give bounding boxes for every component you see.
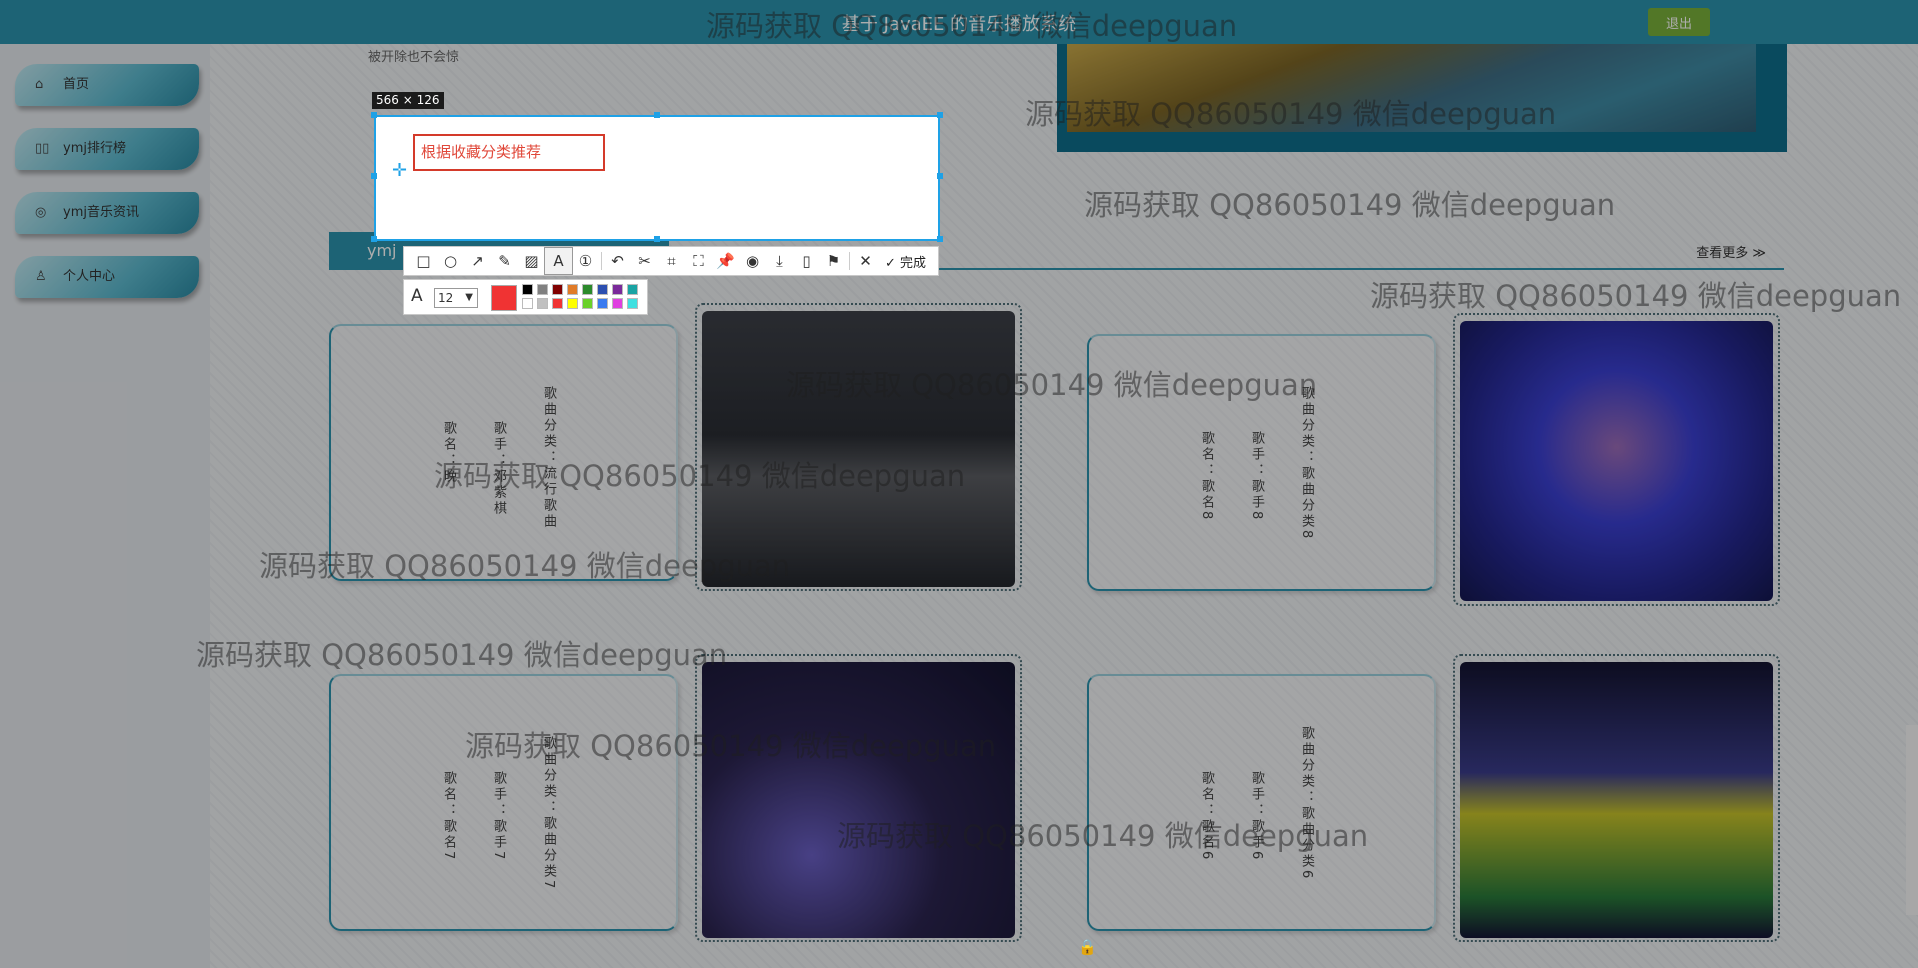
color-swatch[interactable] (627, 298, 638, 309)
resize-handle[interactable] (937, 173, 943, 179)
pin-icon[interactable]: 📌 (712, 248, 739, 274)
mosaic-tool-icon[interactable]: ▨ (518, 248, 545, 274)
download-icon[interactable]: ⤓ (766, 248, 793, 274)
font-icon: A (411, 286, 423, 306)
watermark: 源码获取 QQ86050149 微信deepguan (786, 368, 1318, 402)
color-swatch[interactable] (597, 284, 608, 295)
watermark: 源码获取 QQ86050149 微信deepguan (434, 459, 966, 493)
color-swatch[interactable] (612, 284, 623, 295)
long-screenshot-icon[interactable]: ▯ (793, 248, 820, 274)
capture-size-label: 566 × 126 (372, 92, 444, 109)
resize-handle[interactable] (654, 236, 660, 242)
watermark: 源码获取 QQ86050149 微信deepguan (196, 638, 728, 672)
color-swatch[interactable] (582, 298, 593, 309)
toolbar-divider (601, 252, 602, 270)
watermark: 源码获取 QQ86050149 微信deepguan (706, 9, 1238, 43)
scan-icon[interactable]: ⛶ (685, 248, 712, 274)
number-tool-icon[interactable]: ① (572, 248, 599, 274)
done-button[interactable]: ✓ 完成 (881, 252, 930, 271)
resize-handle[interactable] (937, 236, 943, 242)
font-size-value: 12 (438, 291, 454, 305)
color-swatch[interactable] (537, 284, 548, 295)
resize-handle[interactable] (371, 236, 377, 242)
undo-icon[interactable]: ↶ (604, 248, 631, 274)
move-cursor-icon: ✛ (392, 160, 408, 181)
watermark: 源码获取 QQ86050149 微信deepguan (837, 819, 1369, 853)
color-swatch[interactable] (522, 298, 533, 309)
toolbar-divider (849, 252, 850, 270)
translate-icon[interactable]: ⌗ (658, 248, 685, 274)
font-size-select[interactable]: 12 ▼ (434, 288, 478, 308)
color-swatch[interactable] (552, 284, 563, 295)
watermark: 源码获取 QQ86050149 微信deepguan (465, 729, 997, 763)
annotation-text-input[interactable]: 根据收藏分类推荐 (413, 134, 605, 171)
text-style-bar: A 12 ▼ (403, 279, 648, 315)
resize-handle[interactable] (371, 173, 377, 179)
close-icon[interactable]: ✕ (852, 248, 879, 274)
arrow-tool-icon[interactable]: ↗ (464, 248, 491, 274)
scissors-icon[interactable]: ✂ (631, 248, 658, 274)
color-swatch[interactable] (567, 284, 578, 295)
watermark: 源码获取 QQ86050149 微信deepguan (1084, 188, 1616, 222)
watermark: 源码获取 QQ86050149 微信deepguan (1025, 97, 1557, 131)
color-swatch[interactable] (522, 284, 533, 295)
watermark: 源码获取 QQ86050149 微信deepguan (259, 549, 791, 583)
resize-handle[interactable] (937, 112, 943, 118)
chevron-down-icon: ▼ (465, 292, 473, 303)
color-swatch[interactable] (552, 298, 563, 309)
bookmark-icon[interactable]: ⚑ (820, 248, 847, 274)
resize-handle[interactable] (371, 112, 377, 118)
pencil-tool-icon[interactable]: ✎ (491, 248, 518, 274)
color-swatch[interactable] (567, 298, 578, 309)
color-swatch[interactable] (597, 298, 608, 309)
ellipse-tool-icon[interactable]: ○ (437, 248, 464, 274)
capture-toolbar: □ ○ ↗ ✎ ▨ A ① ↶ ✂ ⌗ ⛶ 📌 ◉ ⤓ ▯ ⚑ ✕ ✓ 完成 (403, 246, 939, 276)
lock-icon[interactable]: 🔒 (1078, 938, 1097, 956)
check-icon: ✓ (885, 255, 896, 271)
watermark: 源码获取 QQ86050149 微信deepguan (1370, 279, 1902, 313)
done-label: 完成 (900, 255, 927, 271)
current-color-swatch[interactable] (491, 285, 517, 311)
color-swatch[interactable] (582, 284, 593, 295)
color-swatch[interactable] (537, 298, 548, 309)
text-tool-icon[interactable]: A (544, 247, 573, 275)
rectangle-tool-icon[interactable]: □ (410, 248, 437, 274)
color-swatch[interactable] (627, 284, 638, 295)
color-swatch[interactable] (612, 298, 623, 309)
scrollbar-thumb[interactable] (1906, 725, 1918, 915)
resize-handle[interactable] (654, 112, 660, 118)
record-icon[interactable]: ◉ (739, 248, 766, 274)
